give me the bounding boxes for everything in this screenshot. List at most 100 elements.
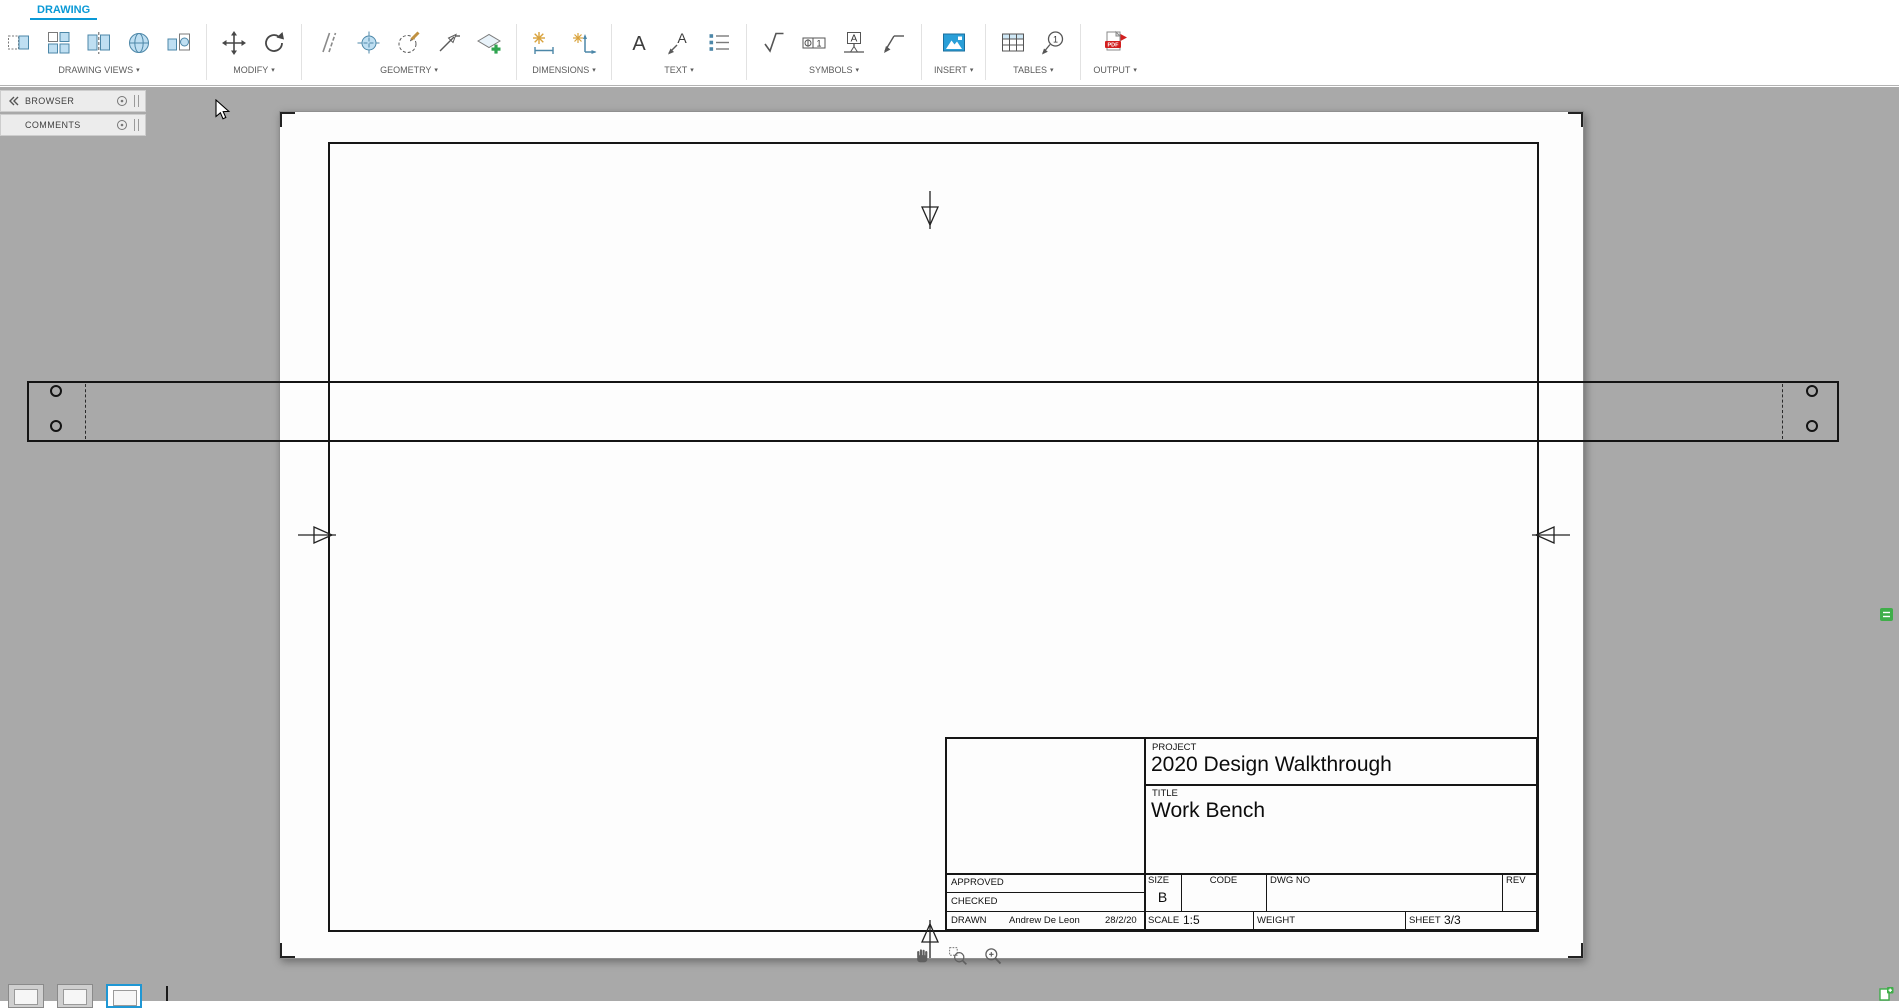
surface-texture-icon[interactable]: [759, 26, 789, 60]
tab-drawing[interactable]: DRAWING: [30, 0, 97, 21]
svg-text:PDF: PDF: [1108, 42, 1120, 48]
sheet-tab-1[interactable]: [8, 984, 44, 1008]
collapse-chevrons-icon[interactable]: [7, 95, 19, 107]
panel-dock-icon[interactable]: [116, 119, 128, 131]
sheet-corner-mark: [1568, 112, 1583, 127]
feature-control-frame-icon[interactable]: 1: [799, 26, 829, 60]
title-block-line: [1266, 875, 1267, 911]
datum-identifier-icon[interactable]: A: [839, 26, 869, 60]
base-view-icon[interactable]: [4, 26, 34, 60]
part-hole[interactable]: [1806, 420, 1818, 432]
center-mark-icon[interactable]: [354, 26, 384, 60]
dimension-icon[interactable]: [529, 26, 559, 60]
symbols-label: SYMBOLS: [809, 65, 853, 75]
note-list-icon[interactable]: [704, 26, 734, 60]
tables-dropdown[interactable]: TABLES▾: [1013, 65, 1053, 75]
group-dimensions: DIMENSIONS▾: [517, 24, 612, 80]
top-center-mark-icon: [918, 191, 942, 231]
symbols-dropdown[interactable]: SYMBOLS▾: [809, 65, 859, 75]
table-icon[interactable]: [998, 26, 1028, 60]
modify-dropdown[interactable]: MODIFY▾: [233, 65, 275, 75]
chevron-down-icon: ▾: [970, 66, 974, 74]
document-tab-bar: DRAWING: [0, 0, 1899, 20]
comments-panel-label: COMMENTS: [25, 120, 110, 130]
title-block-line: [1253, 912, 1254, 929]
sheet-corner-mark: [1568, 943, 1583, 958]
group-drawing-views: DRAWING VIEWS▾: [0, 24, 207, 80]
chevron-down-icon: ▾: [1050, 66, 1054, 74]
group-output: PDF OUTPUT▾: [1081, 24, 1149, 80]
move-icon[interactable]: [219, 26, 249, 60]
group-modify: MODIFY▾: [207, 24, 302, 80]
title-block-line: [947, 911, 1144, 912]
panel-grip-handle[interactable]: [134, 95, 139, 107]
comments-panel-header[interactable]: COMMENTS: [0, 114, 146, 136]
part-hole[interactable]: [1806, 385, 1818, 397]
zoom-window-icon[interactable]: [947, 945, 969, 967]
mouse-cursor: [215, 99, 231, 121]
title-block: PROJECT 2020 Design Walkthrough TITLE Wo…: [945, 737, 1538, 931]
drawing-views-dropdown[interactable]: DRAWING VIEWS▾: [58, 65, 139, 75]
svg-text:1: 1: [816, 38, 821, 48]
title-block-line: [1144, 784, 1536, 786]
start-sketch-icon[interactable]: [474, 26, 504, 60]
section-view-icon[interactable]: [84, 26, 114, 60]
group-symbols: 1 A SYMBOLS▾: [747, 24, 922, 80]
sheet-tab-2[interactable]: [57, 984, 93, 1008]
detail-view-icon[interactable]: [164, 26, 194, 60]
project-label: PROJECT: [1152, 742, 1196, 753]
geometry-dropdown[interactable]: GEOMETRY▾: [380, 65, 438, 75]
scale-label: SCALE: [1148, 915, 1179, 926]
output-pdf-icon[interactable]: PDF: [1100, 26, 1130, 60]
part-hole[interactable]: [50, 385, 62, 397]
approved-label: APPROVED: [951, 877, 1004, 888]
chevron-down-icon: ▾: [592, 66, 596, 74]
checked-label: CHECKED: [951, 896, 997, 907]
part-drawing-view[interactable]: [27, 381, 1839, 442]
text-cursor: [166, 986, 168, 1001]
edge-extension-icon[interactable]: [434, 26, 464, 60]
size-value: B: [1144, 889, 1181, 905]
insert-image-icon[interactable]: [939, 26, 969, 60]
text-icon[interactable]: A: [624, 26, 654, 60]
part-hole[interactable]: [50, 420, 62, 432]
size-label: SIZE: [1148, 875, 1169, 886]
chevron-down-icon: ▾: [856, 66, 860, 74]
leader-text-icon[interactable]: A: [664, 26, 694, 60]
auxiliary-view-icon[interactable]: [124, 26, 154, 60]
green-indicator-icon[interactable]: [1879, 607, 1894, 622]
dimensions-dropdown[interactable]: DIMENSIONS▾: [532, 65, 596, 75]
edge-symbol-icon[interactable]: [879, 26, 909, 60]
projected-view-icon[interactable]: [44, 26, 74, 60]
group-tables: 1 TABLES▾: [986, 24, 1081, 80]
drawing-canvas[interactable]: BROWSER COMMENTS: [0, 87, 1899, 1001]
drawing-views-label: DRAWING VIEWS: [58, 65, 133, 75]
panel-dock-icon[interactable]: [116, 95, 128, 107]
chevron-down-icon: ▾: [434, 66, 438, 74]
browser-panel-header[interactable]: BROWSER: [0, 90, 146, 112]
sheet-corner-mark: [280, 112, 295, 127]
ordinate-dimension-icon[interactable]: [569, 26, 599, 60]
sketch-circle-icon[interactable]: [394, 26, 424, 60]
sheet-tab-3-active[interactable]: [106, 984, 142, 1008]
insert-label: INSERT: [934, 65, 967, 75]
text-dropdown[interactable]: TEXT▾: [664, 65, 694, 75]
drawn-name: Andrew De Leon: [1009, 915, 1080, 926]
left-center-mark-icon: [298, 523, 338, 547]
zoom-icon[interactable]: [982, 945, 1004, 967]
rotate-icon[interactable]: [259, 26, 289, 60]
code-label: CODE: [1181, 875, 1266, 886]
centerline-icon[interactable]: [314, 26, 344, 60]
svg-text:A: A: [677, 30, 687, 46]
dwg-no-label: DWG NO: [1270, 875, 1310, 886]
weight-label: WEIGHT: [1257, 915, 1295, 926]
insert-dropdown[interactable]: INSERT▾: [934, 65, 973, 75]
title-block-line: [947, 892, 1144, 893]
chevron-down-icon: ▾: [690, 66, 694, 74]
panel-grip-handle[interactable]: [134, 119, 139, 131]
tables-label: TABLES: [1013, 65, 1047, 75]
balloon-icon[interactable]: 1: [1038, 26, 1068, 60]
green-indicator-icon[interactable]: [1879, 986, 1894, 1001]
svg-text:A: A: [632, 33, 646, 55]
output-dropdown[interactable]: OUTPUT▾: [1093, 65, 1137, 75]
